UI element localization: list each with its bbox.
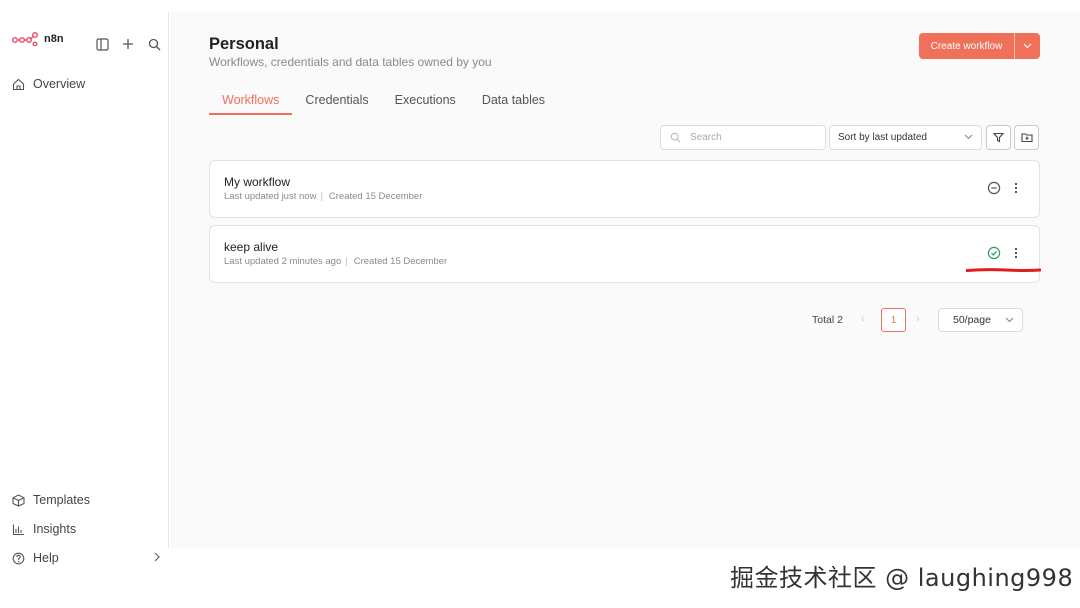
panel-toggle-icon[interactable] — [94, 36, 110, 52]
folder-plus-icon — [1020, 133, 1033, 143]
tab-credentials[interactable]: Credentials — [292, 92, 381, 115]
sort-select[interactable]: Sort by last updated — [829, 125, 982, 150]
workflow-card[interactable]: My workflow Last updated just now | Crea… — [209, 160, 1040, 218]
brand[interactable]: n8n — [12, 32, 64, 46]
workflow-updated: Last updated just now — [224, 191, 317, 202]
sidebar-item-templates[interactable]: Templates — [11, 491, 90, 509]
minus-circle-icon[interactable] — [987, 181, 1001, 195]
brand-name: n8n — [44, 33, 64, 45]
more-vertical-icon[interactable] — [1011, 246, 1021, 260]
filter-button[interactable] — [986, 125, 1011, 150]
page-number-current[interactable]: 1 — [881, 308, 906, 332]
page-title: Personal — [209, 35, 279, 53]
sidebar-item-insights[interactable]: Insights — [11, 520, 76, 538]
bar-chart-icon — [11, 522, 25, 536]
sidebar-tools — [94, 36, 162, 52]
prev-page-icon[interactable]: ‹ — [861, 313, 865, 325]
create-options-dropdown[interactable] — [1015, 33, 1040, 59]
main-content: Personal Workflows, credentials and data… — [170, 12, 1080, 548]
meta-divider: | — [345, 256, 348, 267]
watermark-text: 掘金技术社区 @ laughing998 — [730, 564, 1074, 592]
sidebar-item-label: Insights — [33, 522, 77, 536]
sidebar-item-overview[interactable]: Overview — [11, 75, 85, 93]
sort-select-value: Sort by last updated — [838, 132, 927, 143]
check-circle-icon[interactable] — [987, 246, 1001, 260]
pagination-total: Total 2 — [812, 314, 843, 326]
home-icon — [11, 77, 25, 91]
meta-divider: | — [320, 191, 323, 202]
workflow-meta: Last updated 2 minutes ago | Created 15 … — [224, 256, 447, 267]
create-workflow-button[interactable]: Create workflow — [919, 33, 1015, 59]
new-folder-button[interactable] — [1014, 125, 1039, 150]
workflow-updated: Last updated 2 minutes ago — [224, 256, 342, 267]
search-input[interactable] — [690, 132, 810, 143]
workflow-name: My workflow — [224, 175, 291, 189]
help-circle-icon — [11, 551, 25, 565]
sidebar-item-label: Help — [33, 551, 59, 565]
n8n-logo-icon — [12, 32, 38, 46]
sidebar-item-help[interactable]: Help — [11, 549, 161, 567]
workflow-created: Created 15 December — [328, 191, 423, 202]
red-annotation-underline — [966, 268, 1041, 272]
workflow-name: keep alive — [224, 240, 279, 254]
box-icon — [11, 493, 25, 507]
tab-workflows[interactable]: Workflows — [209, 92, 293, 115]
chevron-right-icon — [153, 551, 161, 565]
tabs: Workflows Credentials Executions Data ta… — [209, 92, 558, 115]
filter-icon — [993, 132, 1004, 143]
chevron-down-icon — [964, 132, 973, 143]
tab-data-tables[interactable]: Data tables — [469, 92, 558, 115]
page-size-value: 50/page — [953, 314, 991, 326]
search-field — [660, 125, 826, 150]
next-page-icon[interactable]: › — [916, 313, 920, 325]
plus-icon[interactable] — [120, 36, 136, 52]
sidebar-item-label: Overview — [33, 77, 86, 91]
page-size-select[interactable]: 50/page — [938, 308, 1023, 332]
search-icon[interactable] — [146, 36, 162, 52]
search-icon — [670, 132, 681, 143]
page-subtitle: Workflows, credentials and data tables o… — [209, 55, 492, 69]
more-vertical-icon[interactable] — [1011, 181, 1021, 195]
chevron-down-icon — [1023, 43, 1032, 49]
workflow-created: Created 15 December — [353, 256, 448, 267]
sidebar: n8n Overview Templates Insights Help — [0, 12, 169, 565]
workflow-card[interactable]: keep alive Last updated 2 minutes ago | … — [209, 225, 1040, 283]
pagination: Total 2 ‹ 1 › 50/page — [170, 308, 1080, 333]
create-workflow-split-button: Create workflow — [919, 33, 1040, 59]
workflow-meta: Last updated just now | Created 15 Decem… — [224, 191, 422, 202]
tab-executions[interactable]: Executions — [382, 92, 469, 115]
chevron-down-icon — [1005, 314, 1014, 326]
sidebar-item-label: Templates — [33, 493, 90, 507]
